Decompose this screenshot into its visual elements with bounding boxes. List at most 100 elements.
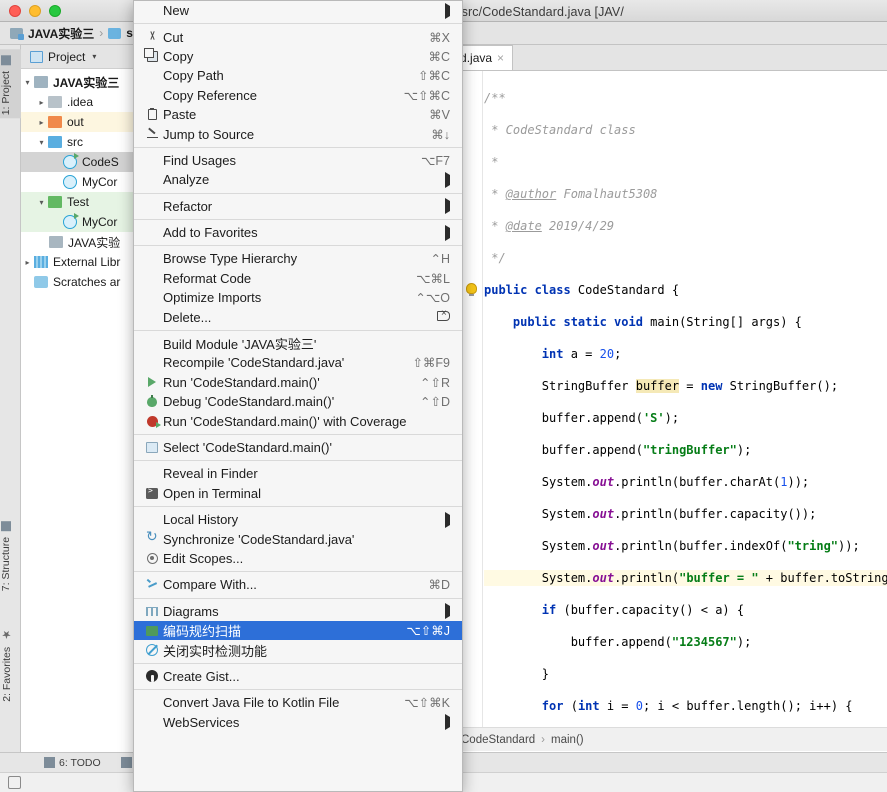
menu-item-shortcut: ⌘X: [429, 30, 450, 45]
menu-item-copy[interactable]: Copy ⌘C: [134, 47, 462, 66]
menu-separator: [134, 662, 462, 664]
menu-item-code-standard-scan[interactable]: 编码规约扫描 ⌥⇧⌘J: [134, 620, 462, 641]
menu-item-diagrams[interactable]: Diagrams: [134, 602, 462, 621]
menu-item-compare-with[interactable]: Compare With... ⌘D: [134, 575, 462, 594]
project-view-icon: [30, 50, 43, 63]
code-line: * @date 2019/4/29: [484, 219, 615, 233]
tool-tab-structure[interactable]: 7: Structure: [0, 515, 21, 594]
iml-file-icon: [49, 236, 63, 248]
tree-label: JAVA实验三: [53, 75, 120, 90]
menu-item-refactor[interactable]: Refactor: [134, 197, 462, 216]
expand-arrow-icon[interactable]: ▾: [21, 78, 34, 87]
menu-item-add-to-favorites[interactable]: Add to Favorites: [134, 223, 462, 242]
menu-item-debug-main[interactable]: Debug 'CodeStandard.main()' ⌃⇧D: [134, 392, 462, 411]
breadcrumb-separator-icon: ›: [99, 26, 104, 40]
collapse-arrow-icon[interactable]: ▾: [35, 138, 48, 147]
breadcrumb-src[interactable]: s: [126, 26, 133, 40]
menu-item-label: Select 'CodeStandard.main()': [163, 440, 332, 455]
menu-item-cut[interactable]: Cut ⌘X: [134, 27, 462, 46]
menu-item-synchronize[interactable]: Synchronize 'CodeStandard.java': [134, 528, 462, 548]
menu-item-label: Reformat Code: [163, 270, 252, 286]
menu-separator: [134, 146, 462, 148]
collapse-arrow-icon[interactable]: ▾: [35, 198, 48, 207]
menu-item-shortcut: ⌥⇧⌘C: [403, 88, 450, 103]
menu-item-analyze[interactable]: Analyze: [134, 170, 462, 189]
menu-item-open-in-terminal[interactable]: Open in Terminal: [134, 484, 462, 503]
menu-item-label: Edit Scopes...: [163, 550, 244, 566]
menu-item-jump-to-source[interactable]: Jump to Source ⌘↓: [134, 124, 462, 143]
tree-label: src: [67, 135, 83, 149]
menu-item-run-main[interactable]: Run 'CodeStandard.main()' ⌃⇧R: [134, 373, 462, 392]
menu-item-webservices[interactable]: WebServices: [134, 713, 462, 732]
menu-item-delete[interactable]: Delete...: [134, 307, 462, 326]
menu-item-copy-path[interactable]: Copy Path ⇧⌘C: [134, 66, 462, 85]
menu-item-reveal-in-finder[interactable]: Reveal in Finder: [134, 464, 462, 483]
menu-item-select-main[interactable]: Select 'CodeStandard.main()': [134, 438, 462, 457]
menu-item-label: Open in Terminal: [163, 485, 262, 501]
intention-bulb-icon[interactable]: [466, 283, 477, 296]
menu-item-shortcut: ⌥⌘L: [416, 271, 450, 286]
breadcrumb[interactable]: JAVA实验三 › s: [0, 25, 133, 42]
menu-item-label: Copy Path: [163, 68, 224, 84]
code-line: System.out.println(buffer.capacity());: [484, 507, 817, 521]
breadcrumb-class[interactable]: CodeStandard: [461, 734, 535, 746]
editor-gutter[interactable]: [461, 71, 483, 731]
tree-label: External Libr: [53, 255, 121, 269]
editor-breadcrumb-bar[interactable]: CodeStandard › main(): [461, 727, 887, 751]
chevron-down-icon[interactable]: ▾: [92, 52, 96, 61]
menu-item-paste[interactable]: Paste ⌘V: [134, 105, 462, 124]
close-tab-icon[interactable]: ×: [497, 51, 504, 65]
menu-item-label: Run 'CodeStandard.main()' with Coverage: [163, 413, 407, 429]
menu-item-new[interactable]: New: [134, 1, 462, 20]
code-line: * @author Fomalhaut5308: [484, 187, 658, 201]
menu-item-convert-to-kotlin[interactable]: Convert Java File to Kotlin File ⌥⇧⌘K: [134, 693, 462, 712]
code-editor[interactable]: /** * CodeStandard class * * @author Fom…: [461, 71, 887, 777]
menu-item-edit-scopes[interactable]: Edit Scopes...: [134, 549, 462, 568]
submenu-arrow-icon: [445, 714, 450, 731]
menu-item-label: Copy: [163, 48, 194, 64]
code-line: /**: [484, 91, 506, 105]
tool-tab-todo[interactable]: 6: TODO: [34, 757, 111, 769]
paste-icon: [141, 107, 163, 121]
menu-separator: [134, 218, 462, 220]
menu-item-create-gist[interactable]: Create Gist...: [134, 667, 462, 686]
breadcrumb-project[interactable]: JAVA实验三: [28, 25, 94, 42]
menu-item-label: 关闭实时检测功能: [163, 643, 268, 659]
menu-separator: [134, 23, 462, 25]
context-menu[interactable]: New Cut ⌘X Copy ⌘C Copy Path ⇧⌘C Copy Re…: [133, 0, 463, 792]
expand-arrow-icon[interactable]: ▸: [35, 118, 48, 127]
menu-item-label: Copy Reference: [163, 87, 257, 103]
submenu-arrow-icon: [445, 603, 450, 620]
menu-item-disable-realtime-detection[interactable]: 关闭实时检测功能: [134, 640, 462, 659]
code-line: int a = 20;: [541, 347, 622, 361]
menu-item-run-with-coverage[interactable]: Run 'CodeStandard.main()' with Coverage: [134, 411, 462, 430]
menu-item-local-history[interactable]: Local History: [134, 510, 462, 529]
menu-item-build-module[interactable]: Build Module 'JAVA实验三': [134, 334, 462, 353]
menu-item-copy-reference[interactable]: Copy Reference ⌥⇧⌘C: [134, 86, 462, 105]
source-code[interactable]: /** * CodeStandard class * * @author Fom…: [484, 74, 887, 792]
expand-arrow-icon[interactable]: ▸: [21, 258, 34, 267]
editor-area: ndard.java × /** * CodeStandard class * …: [431, 45, 887, 777]
code-line: System.out.println(buffer.charAt(1));: [484, 475, 810, 489]
menu-item-recompile[interactable]: Recompile 'CodeStandard.java' ⇧⌘F9: [134, 353, 462, 372]
menu-separator: [134, 329, 462, 331]
menu-item-find-usages[interactable]: Find Usages ⌥F7: [134, 151, 462, 170]
menu-item-browse-type-hierarchy[interactable]: Browse Type Hierarchy ⌃H: [134, 249, 462, 268]
breadcrumb-method[interactable]: main(): [551, 734, 584, 746]
submenu-arrow-icon: [445, 171, 450, 188]
menu-item-label: Browse Type Hierarchy: [163, 251, 298, 267]
menu-item-reformat-code[interactable]: Reformat Code ⌥⌘L: [134, 269, 462, 288]
submenu-arrow-icon: [445, 2, 450, 19]
hide-tool-windows-icon[interactable]: [8, 776, 21, 789]
tool-tab-project-label: 1: Project: [0, 70, 12, 116]
menu-item-optimize-imports[interactable]: Optimize Imports ⌃⌥O: [134, 288, 462, 307]
scissors-icon: [141, 31, 163, 44]
menu-item-shortcut: ⇧⌘F9: [412, 356, 450, 371]
tool-tab-favorites[interactable]: 2: Favorites ★: [0, 625, 21, 705]
expand-arrow-icon[interactable]: ▸: [35, 98, 48, 107]
menu-item-shortcut: ⌘V: [429, 108, 450, 123]
menu-item-label: Add to Favorites: [163, 225, 258, 241]
star-icon: ★: [1, 628, 13, 641]
code-line: public static void main(String[] args) {: [512, 315, 802, 329]
tool-tab-project[interactable]: 1: Project: [0, 49, 21, 119]
